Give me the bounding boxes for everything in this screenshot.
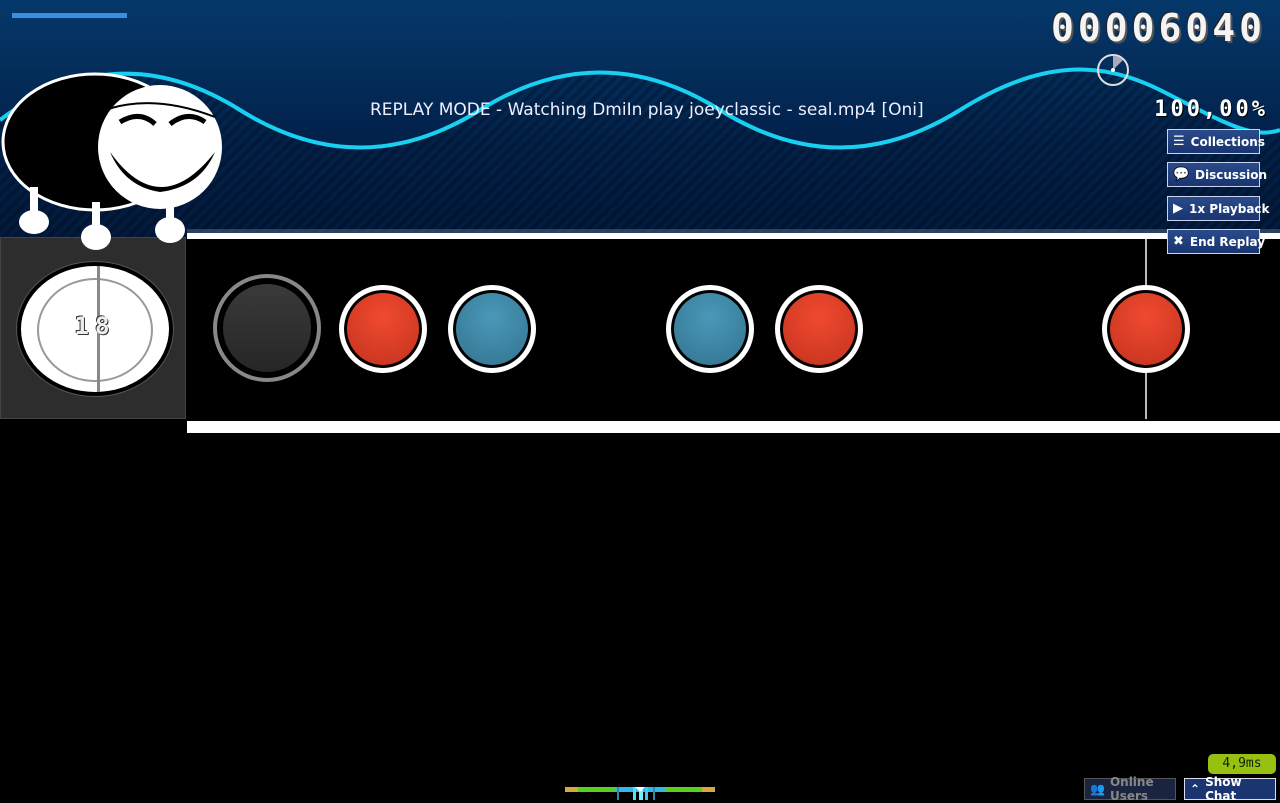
hit-error-bar (565, 787, 715, 800)
x-icon: ✖ (1173, 234, 1184, 249)
combo-counter: 18 (74, 312, 116, 340)
play-icon: ▶ (1173, 201, 1183, 216)
don-note (775, 285, 863, 373)
song-timer-icon (1097, 54, 1129, 86)
chevron-up-icon: ⌃ (1190, 782, 1201, 796)
collections-button[interactable]: ☰ Collections (1167, 129, 1265, 154)
latency-badge: 4,9ms (1208, 754, 1276, 774)
troll-face-mascot (1, 72, 222, 250)
list-icon: ☰ (1173, 134, 1185, 149)
kat-note (448, 285, 536, 373)
discussion-button[interactable]: 💬 Discussion (1167, 162, 1267, 187)
song-progress-bar (12, 13, 127, 18)
accuracy: 100,00% (1154, 97, 1268, 122)
playback-speed-button[interactable]: ▶ 1x Playback (1167, 196, 1270, 221)
replay-title: REPLAY MODE - Watching DmiIn play joeycl… (370, 100, 924, 120)
speech-bubbles-icon: 💬 (1173, 167, 1190, 182)
drum: 18 (17, 262, 173, 396)
end-replay-button[interactable]: ✖ End Replay (1167, 229, 1265, 254)
don-note (339, 285, 427, 373)
hit-target (213, 274, 321, 382)
drum-area: 18 (0, 237, 186, 419)
score: 00006040 (1050, 6, 1266, 50)
show-chat-button[interactable]: ⌃ Show Chat (1184, 775, 1276, 803)
kat-note (666, 285, 754, 373)
users-icon: 👥 (1090, 782, 1105, 796)
online-users-button[interactable]: 👥 Online Users (1084, 775, 1176, 803)
don-note (1102, 285, 1190, 373)
